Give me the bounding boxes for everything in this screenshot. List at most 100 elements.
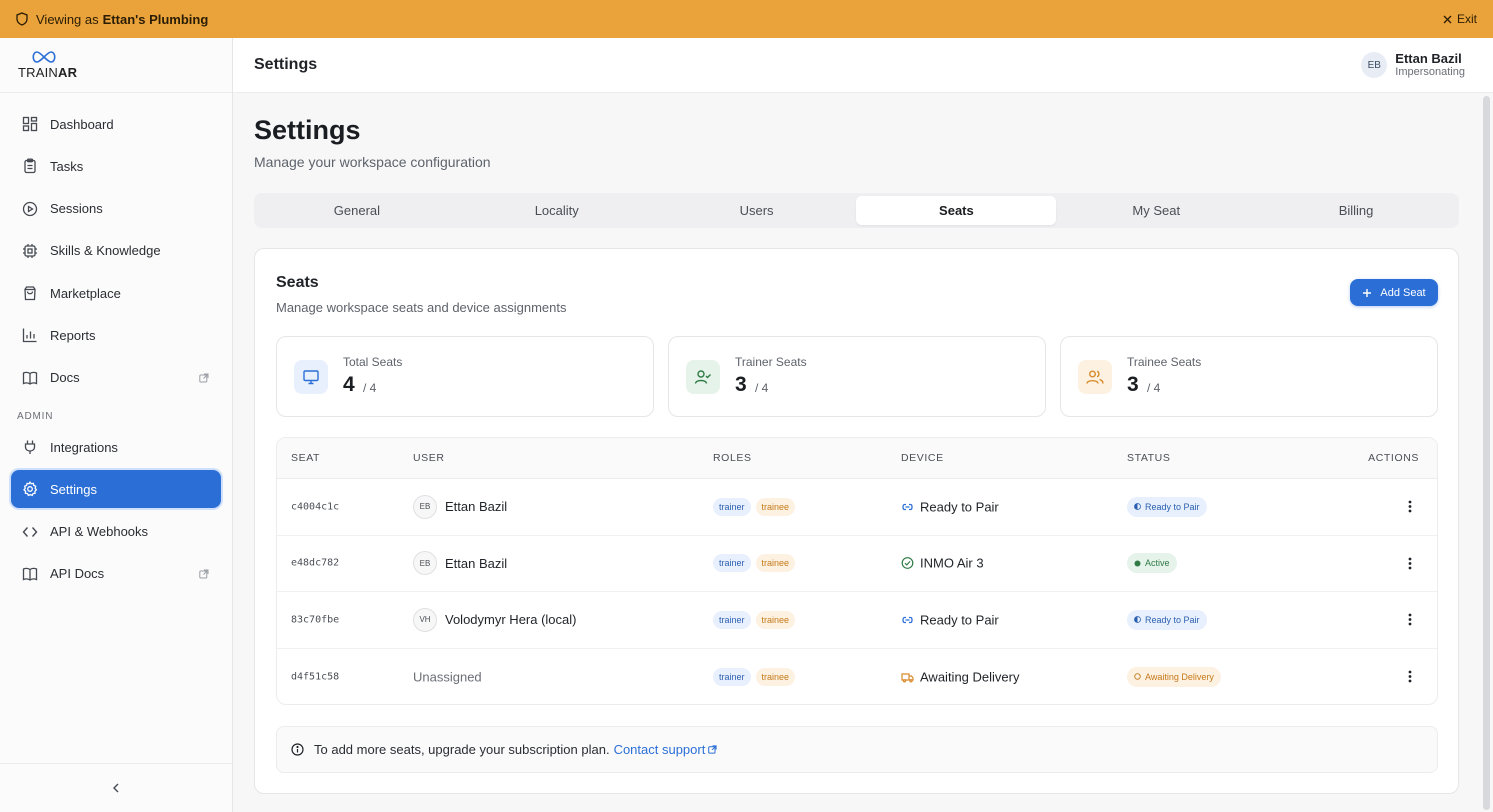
col-status: STATUS: [1127, 452, 1171, 464]
external-link-icon: [708, 745, 717, 754]
row-actions-button[interactable]: [1401, 498, 1419, 516]
col-device: DEVICE: [901, 452, 944, 464]
tab-users[interactable]: Users: [657, 196, 857, 225]
row-actions-button[interactable]: [1401, 668, 1419, 686]
sidebar-item-label: Sessions: [50, 201, 103, 217]
seat-id: e48dc782: [291, 557, 340, 569]
stat-trainee-seats: Trainee Seats 3 / 4: [1060, 336, 1438, 417]
sidebar-item-label: Skills & Knowledge: [50, 243, 161, 259]
device-name: Awaiting Delivery: [920, 669, 1020, 685]
user-cell: Unassigned: [413, 669, 482, 684]
truck-icon: [901, 673, 914, 683]
avatar: EB: [1361, 52, 1388, 78]
sidebar-item-settings[interactable]: Settings: [11, 470, 221, 509]
sidebar-item-dashboard[interactable]: Dashboard: [11, 105, 221, 143]
col-seat: SEAT: [291, 452, 321, 464]
role-badge-trainee: trainee: [755, 497, 796, 516]
roles-cell: trainer trainee: [713, 554, 796, 573]
avatar: VH: [413, 607, 437, 632]
add-seat-button[interactable]: Add Seat: [1350, 279, 1438, 306]
sidebar-item-label: Settings: [50, 481, 97, 497]
sidebar-item-api-webhooks[interactable]: API & Webhooks: [11, 513, 221, 551]
shopping-bag-icon: [24, 286, 36, 301]
table-row: d4f51c58 Unassigned trainer trainee Awai…: [277, 649, 1437, 705]
col-actions: ACTIONS: [1368, 452, 1419, 464]
main-scrollbar[interactable]: [1483, 96, 1490, 810]
note-text: To add more seats, upgrade your subscrip…: [314, 742, 610, 757]
col-roles: ROLES: [713, 452, 752, 464]
admin-section-label: ADMIN: [17, 411, 54, 423]
status-cell: Ready to Pair: [1127, 609, 1207, 630]
collapse-sidebar-button[interactable]: [0, 763, 232, 812]
exit-impersonation-button[interactable]: Exit: [1443, 12, 1477, 26]
seat-id: c4004c1c: [291, 501, 340, 513]
link-icon: [902, 616, 913, 623]
half-circle-icon: [1134, 503, 1141, 511]
sidebar-item-label: Integrations: [50, 439, 118, 455]
external-link-icon: [199, 373, 209, 383]
sidebar-item-integrations[interactable]: Integrations: [11, 428, 221, 466]
tab-seats[interactable]: Seats: [856, 196, 1057, 225]
code-icon: [22, 526, 38, 537]
roles-cell: trainer trainee: [713, 667, 796, 686]
sidebar-item-sessions[interactable]: Sessions: [11, 190, 221, 228]
status-badge: Ready to Pair: [1127, 609, 1207, 630]
tab-billing[interactable]: Billing: [1256, 196, 1456, 225]
status-badge: Active: [1127, 553, 1177, 574]
roles-cell: trainer trainee: [713, 610, 796, 629]
link-icon: [902, 503, 913, 510]
tab-locality[interactable]: Locality: [457, 196, 657, 225]
stat-value: 4: [343, 373, 355, 396]
sidebar-item-docs[interactable]: Docs: [11, 359, 221, 397]
seats-title: Seats: [276, 274, 319, 291]
sidebar-item-label: Docs: [50, 370, 80, 386]
brand-wordmark: TRAINAR: [18, 65, 78, 80]
row-actions-button[interactable]: [1401, 554, 1419, 572]
contact-support-link[interactable]: Contact support: [614, 742, 718, 757]
device-cell: INMO Air 3: [901, 556, 984, 571]
tab-general[interactable]: General: [257, 196, 457, 225]
stat-max: / 4: [1147, 381, 1161, 395]
sidebar-item-reports[interactable]: Reports: [11, 316, 221, 354]
ring-icon: [1134, 673, 1141, 680]
table-row: 83c70fbe VH Volodymyr Hera (local) train…: [277, 592, 1437, 649]
col-user: USER: [413, 452, 445, 464]
sidebar-item-tasks[interactable]: Tasks: [11, 147, 221, 185]
chevron-left-icon: [113, 783, 119, 793]
dot-icon: [1134, 560, 1141, 567]
sidebar-item-api-docs[interactable]: API Docs: [11, 555, 221, 593]
user-menu[interactable]: EB Ettan Bazil Impersonating: [1361, 51, 1465, 79]
stat-label: Trainer Seats: [735, 355, 807, 369]
main-nav: Dashboard Tasks Sessions Skills & Knowle…: [0, 93, 232, 593]
brand-logo[interactable]: TRAINAR: [0, 38, 232, 93]
user-name: Ettan Bazil: [445, 555, 508, 571]
half-circle-icon: [1134, 616, 1141, 624]
role-badge-trainee: trainee: [755, 667, 796, 686]
top-header: Settings EB Ettan Bazil Impersonating: [233, 38, 1493, 93]
row-actions-button[interactable]: [1401, 611, 1419, 629]
users-icon: [1086, 370, 1104, 384]
book-icon: [22, 371, 38, 385]
sidebar: TRAINAR Dashboard Tasks Sessions Skills …: [0, 38, 233, 812]
role-badge-trainer: trainer: [713, 497, 751, 516]
stat-icon-box: [1078, 360, 1112, 394]
stat-icon-box: [686, 360, 720, 394]
settings-tabs: General Locality Users Seats My Seat Bil…: [254, 193, 1459, 228]
avatar: EB: [413, 551, 437, 576]
status-cell: Awaiting Delivery: [1127, 666, 1221, 687]
sidebar-item-label: Reports: [50, 327, 96, 343]
check-circle-icon: [901, 557, 914, 570]
dashboard-icon: [22, 116, 38, 132]
device-cell: Ready to Pair: [901, 499, 999, 514]
device-name: Ready to Pair: [920, 499, 999, 515]
tab-my-seat[interactable]: My Seat: [1056, 196, 1256, 225]
add-seat-label: Add Seat: [1380, 286, 1426, 299]
status-cell: Ready to Pair: [1127, 496, 1207, 517]
clipboard-icon: [24, 158, 36, 174]
user-name: Unassigned: [413, 669, 482, 685]
header-title: Settings: [254, 56, 318, 73]
seat-id: d4f51c58: [291, 671, 340, 683]
sidebar-item-marketplace[interactable]: Marketplace: [11, 274, 221, 312]
sidebar-item-skills-knowledge[interactable]: Skills & Knowledge: [11, 232, 221, 270]
more-vertical-icon: [1408, 613, 1412, 626]
